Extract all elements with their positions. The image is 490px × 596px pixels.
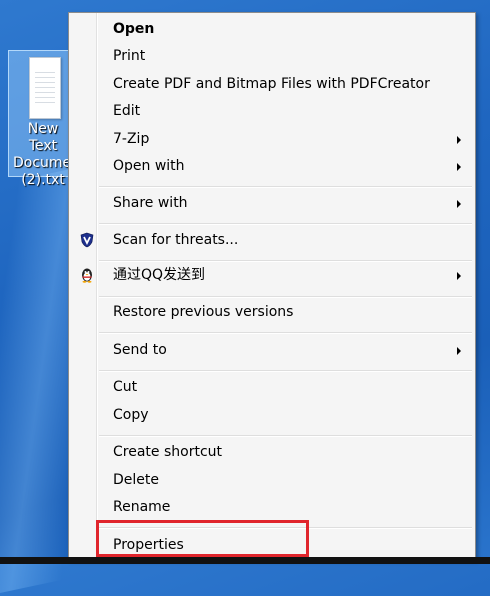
menu-item-restore-versions[interactable]: Restore previous versions bbox=[71, 299, 473, 326]
menu-item-open-with[interactable]: Open with bbox=[71, 153, 473, 180]
submenu-arrow-icon bbox=[457, 347, 461, 355]
submenu-arrow-icon bbox=[457, 200, 461, 208]
menu-item-edit[interactable]: Edit bbox=[71, 98, 473, 125]
menu-item-copy[interactable]: Copy bbox=[71, 402, 473, 429]
menu-item-share-with[interactable]: Share with bbox=[71, 190, 473, 217]
menu-separator bbox=[99, 435, 472, 436]
menu-separator bbox=[99, 332, 472, 333]
submenu-arrow-icon bbox=[457, 136, 461, 144]
taskbar-edge bbox=[0, 557, 490, 564]
menu-item-open[interactable]: Open bbox=[71, 16, 473, 43]
menu-item-properties[interactable]: Properties bbox=[71, 532, 473, 559]
submenu-arrow-icon bbox=[457, 163, 461, 171]
submenu-arrow-icon bbox=[457, 272, 461, 280]
menu-item-scan-threats[interactable]: Scan for threats... bbox=[71, 227, 473, 254]
menu-item-7zip[interactable]: 7-Zip bbox=[71, 126, 473, 153]
menu-separator bbox=[99, 260, 472, 261]
menu-separator bbox=[99, 223, 472, 224]
menu-item-cut[interactable]: Cut bbox=[71, 374, 473, 401]
menu-separator bbox=[99, 527, 472, 528]
menu-item-send-to[interactable]: Send to bbox=[71, 337, 473, 364]
menu-item-rename[interactable]: Rename bbox=[71, 494, 473, 521]
menu-item-create-pdf[interactable]: Create PDF and Bitmap Files with PDFCrea… bbox=[71, 71, 473, 98]
desktop-file-label: New Text Document (2).txt bbox=[13, 121, 73, 188]
menu-item-create-shortcut[interactable]: Create shortcut bbox=[71, 439, 473, 466]
shield-icon bbox=[80, 232, 94, 248]
text-file-icon bbox=[29, 57, 61, 119]
menu-item-send-via-qq[interactable]: 通过QQ发送到 bbox=[71, 262, 473, 289]
menu-separator bbox=[99, 296, 472, 297]
menu-separator bbox=[99, 186, 472, 187]
menu-item-print[interactable]: Print bbox=[71, 43, 473, 70]
menu-separator bbox=[99, 370, 472, 371]
menu-item-delete[interactable]: Delete bbox=[71, 467, 473, 494]
context-menu: Open Print Create PDF and Bitmap Files w… bbox=[68, 12, 476, 560]
desktop-file-icon[interactable]: New Text Document (2).txt bbox=[8, 50, 73, 188]
qq-penguin-icon bbox=[82, 268, 92, 283]
